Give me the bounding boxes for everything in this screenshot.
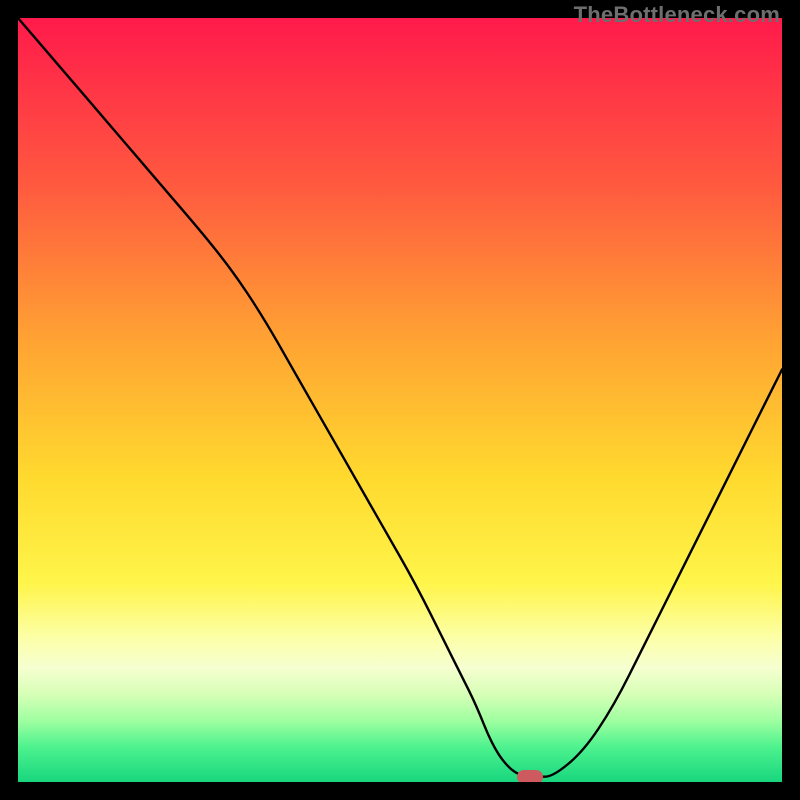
chart-frame: TheBottleneck.com: [0, 0, 800, 800]
bottleneck-curve: [18, 18, 782, 782]
plot-area: [18, 18, 782, 782]
watermark-text: TheBottleneck.com: [574, 2, 780, 28]
